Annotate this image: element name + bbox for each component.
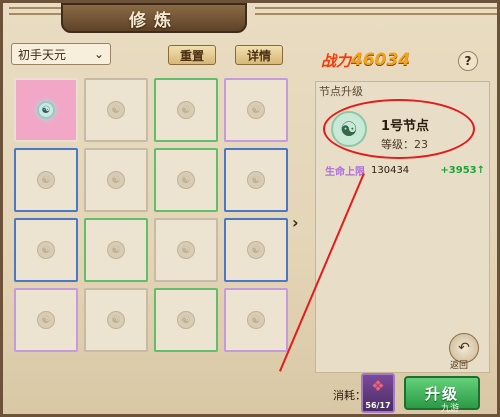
back-label: 返回 xyxy=(450,361,469,371)
node-cell[interactable]: ☯ xyxy=(84,218,148,282)
game-window: 修炼 初手天元 ⌄ 重置 详情 ☯ ☯ ☯ ☯ ☯ ☯ ☯ ☯ ☯ ☯ ☯ ☯ ☯ ☯ ☯ ☯ › 战力 46… xyxy=(0,0,500,417)
annotation-circle xyxy=(323,99,475,159)
stat-name: 生命上限 xyxy=(325,166,365,178)
node-cell[interactable]: ☯ xyxy=(14,288,78,352)
combat-power-label: 战力 xyxy=(321,51,352,70)
material-item-slot[interactable]: ❖ 56/17 xyxy=(361,373,395,413)
yin-yang-icon: ☯ xyxy=(177,171,195,189)
node-cell[interactable]: ☯ xyxy=(14,218,78,282)
yin-yang-icon: ☯ xyxy=(177,101,195,119)
header-decoration-left xyxy=(9,7,69,15)
page-title: 修炼 xyxy=(129,10,179,31)
node-cell[interactable]: ☯ xyxy=(224,78,288,142)
node-cell[interactable]: ☯ xyxy=(224,218,288,282)
node-cell[interactable]: ☯ xyxy=(84,288,148,352)
yin-yang-icon: ☯ xyxy=(37,241,55,259)
yin-yang-icon: ☯ xyxy=(177,241,195,259)
chevron-down-icon: ⌄ xyxy=(93,47,104,61)
yin-yang-icon: ☯ xyxy=(107,171,125,189)
node-cell[interactable]: ☯ xyxy=(14,78,78,142)
combat-power: 战力 46034 xyxy=(321,48,441,72)
section-title: 节点升级 xyxy=(319,85,363,98)
yin-yang-icon: ☯ xyxy=(37,311,55,329)
node-cell[interactable]: ☯ xyxy=(14,148,78,212)
node-cell[interactable]: ☯ xyxy=(224,288,288,352)
yin-yang-icon: ☯ xyxy=(37,171,55,189)
node-cell[interactable]: ☯ xyxy=(84,148,148,212)
node-cell[interactable]: ☯ xyxy=(224,148,288,212)
yin-yang-icon: ☯ xyxy=(37,101,55,119)
yin-yang-icon: ☯ xyxy=(107,241,125,259)
details-button[interactable]: 详情 xyxy=(235,45,283,65)
realm-select-value: 初手天元 xyxy=(18,47,67,62)
material-count: 56/17 xyxy=(365,401,391,410)
combat-power-value: 46034 xyxy=(351,50,411,70)
reset-button[interactable]: 重置 xyxy=(168,45,216,65)
watermark: 九游 xyxy=(441,404,460,414)
stat-value: 130434 xyxy=(371,164,410,176)
yin-yang-icon: ☯ xyxy=(247,241,265,259)
realm-select[interactable]: 初手天元 ⌄ xyxy=(11,43,111,65)
chevron-right-icon[interactable]: › xyxy=(292,213,299,232)
yin-yang-icon: ☯ xyxy=(247,171,265,189)
material-icon: ❖ xyxy=(371,377,385,395)
yin-yang-icon: ☯ xyxy=(247,101,265,119)
node-cell[interactable]: ☯ xyxy=(84,78,148,142)
node-grid: ☯ ☯ ☯ ☯ ☯ ☯ ☯ ☯ ☯ ☯ ☯ ☯ ☯ ☯ ☯ ☯ xyxy=(11,75,288,357)
yin-yang-icon: ☯ xyxy=(247,311,265,329)
title-banner: 修炼 xyxy=(61,3,247,33)
stat-increase: +3953↑ xyxy=(440,164,485,176)
node-cell[interactable]: ☯ xyxy=(154,288,218,352)
node-cell[interactable]: ☯ xyxy=(154,148,218,212)
yin-yang-icon: ☯ xyxy=(107,101,125,119)
header-decoration-right xyxy=(255,7,497,15)
help-button[interactable]: ? xyxy=(458,51,478,71)
yin-yang-icon: ☯ xyxy=(177,311,195,329)
node-cell[interactable]: ☯ xyxy=(154,78,218,142)
stat-row: 生命上限 130434 +3953↑ xyxy=(325,163,485,178)
node-cell[interactable]: ☯ xyxy=(154,218,218,282)
yin-yang-icon: ☯ xyxy=(107,311,125,329)
